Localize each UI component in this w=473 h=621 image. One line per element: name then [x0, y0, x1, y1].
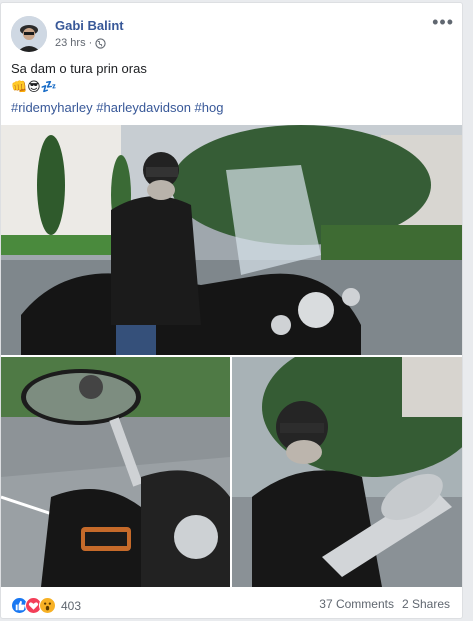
reaction-count[interactable]: 403 [61, 599, 81, 613]
post-footer: 403 37 Comments 2 Shares [11, 595, 452, 615]
author-name[interactable]: Gabi Balint [55, 18, 124, 33]
post-meta: 23 hrs · [55, 37, 106, 49]
more-options-button[interactable]: ••• [432, 13, 454, 31]
photo-main[interactable] [1, 125, 462, 355]
globe-icon [95, 37, 106, 49]
hashtag-links[interactable]: #ridemyharley #harleydavidson #hog [11, 100, 223, 115]
photo-mirror[interactable] [1, 357, 230, 587]
photo-rider-closeup[interactable] [232, 357, 462, 587]
reactions-summary[interactable]: 403 [11, 597, 81, 614]
comments-count-link[interactable]: 37 Comments [319, 597, 394, 611]
avatar[interactable] [11, 16, 47, 52]
post-emoji-line: 👊😎💤 [11, 79, 57, 94]
engagement-counts: 37 Comments 2 Shares [319, 597, 450, 611]
post-caption: Sa dam o tura prin oras [11, 61, 147, 76]
timestamp[interactable]: 23 hrs [55, 37, 86, 49]
shares-count-link[interactable]: 2 Shares [402, 597, 450, 611]
meta-separator: · [88, 37, 93, 49]
post-header: Gabi Balint 23 hrs · ••• [11, 13, 456, 55]
wow-icon [39, 597, 56, 614]
post-text: Sa dam o tura prin oras 👊😎💤 [11, 60, 451, 95]
post-card: Gabi Balint 23 hrs · ••• Sa dam o tura p… [0, 2, 463, 619]
